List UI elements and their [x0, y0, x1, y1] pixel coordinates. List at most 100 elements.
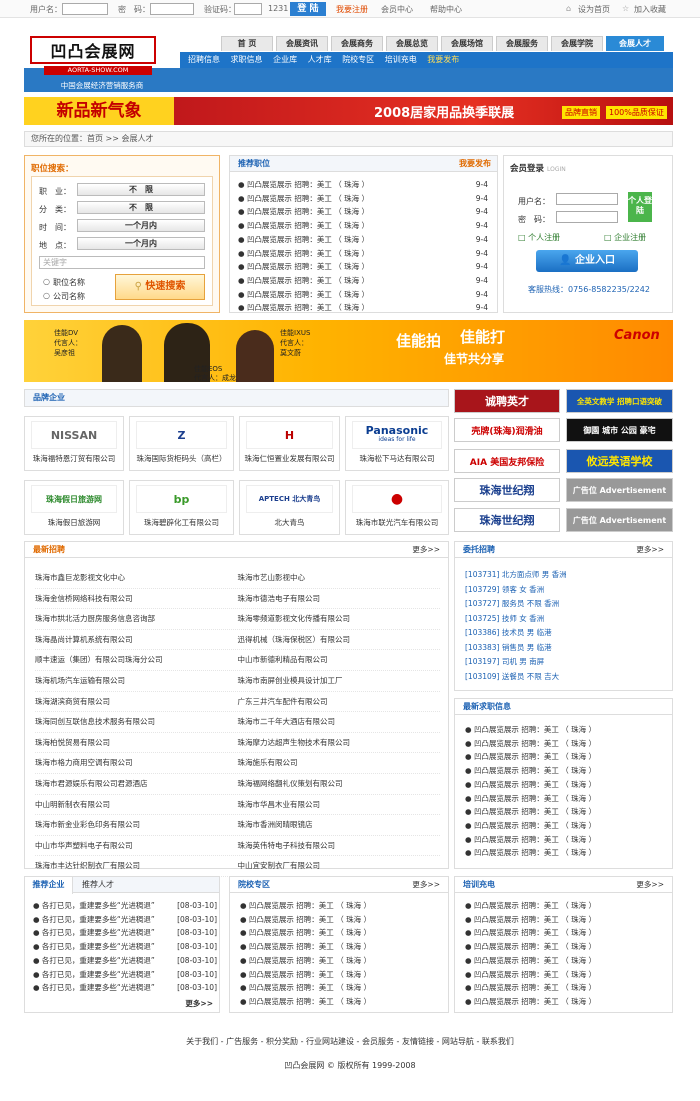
member-center-link[interactable]: 会员中心 [381, 4, 413, 15]
login-password-input[interactable] [556, 211, 618, 223]
subnav-seek[interactable]: 求职信息 [231, 52, 263, 68]
list-item[interactable]: ● 凹凸展览展示 招聘：美工 （ 珠海 ） [465, 954, 665, 968]
company-card[interactable]: ● 珠海市联光汽车有限公司 [345, 480, 449, 535]
ad-shell[interactable]: 壳牌(珠海)润滑油 [454, 418, 560, 442]
entrusted-more-link[interactable]: 更多>> [636, 542, 664, 558]
list-item[interactable]: ● 凹凸展览展示 招聘：美工 （ 珠海 ） [465, 899, 665, 913]
company-link[interactable]: 中山宜安制衣厂有限公司 [238, 856, 441, 876]
register-link[interactable]: 我要注册 [336, 4, 368, 15]
publish-link[interactable]: 我要发布 [459, 156, 491, 172]
company-link[interactable]: 中山市新德利精品有限公司 [238, 650, 441, 670]
list-item[interactable]: ● 凹凸展览展示 招聘：美工 （ 珠海 ） [465, 723, 665, 737]
keyword-input[interactable]: 关键字 [39, 256, 205, 269]
occupation-select[interactable]: 不 限 [77, 183, 205, 196]
list-item[interactable]: ● 凹凸展览展示 招聘：美工 （ 珠海 ） [465, 995, 665, 1009]
subnav-publish[interactable]: 我要发布 [427, 52, 459, 68]
company-card[interactable]: Panasonic ideas for life 珠海松下马达有限公司 [345, 416, 449, 471]
list-item[interactable]: ● 凹凸展览展示 招聘：美工 （ 珠海 ） [465, 981, 665, 995]
ad-century-xiang[interactable]: 珠海世纪翔 [454, 478, 560, 502]
subnav-talent[interactable]: 人才库 [308, 52, 332, 68]
company-link[interactable]: 珠海市艺山影视中心 [238, 568, 441, 588]
list-item[interactable]: ● 凹凸展览展示 招聘：美工 （ 珠海 ） [465, 737, 665, 751]
company-link[interactable]: 珠海同创互联信息技术服务有限公司 [35, 712, 238, 732]
list-item[interactable]: ● 凹凸展览展示 招聘：美工 （ 珠海 ） [465, 940, 665, 954]
company-link[interactable]: 中山明新制衣有限公司 [35, 795, 238, 815]
company-card[interactable]: Z 珠海国际货柜码头（高栏） [129, 416, 234, 471]
company-card[interactable]: APTECH 北大青鸟 北大青鸟 [239, 480, 340, 535]
canon-banner[interactable]: 佳能DV 代言人： 吴彦祖 佳能EOS 代言人：成龙 佳能IXUS 代言人： 莫… [24, 320, 673, 382]
ad-yuyuan[interactable]: 御園 城市 公园 豪宅 [566, 418, 673, 442]
list-item[interactable]: ● 凹凸展览展示 招聘：美工 （ 珠海 ） 9-4 [238, 274, 488, 288]
help-center-link[interactable]: 帮助中心 [430, 4, 462, 15]
company-card[interactable]: NISSAN 珠海福特恩汀贸有限公司 [24, 416, 124, 471]
list-item[interactable]: ● 凹凸展览展示 招聘：美工 （ 珠海 ） 9-4 [238, 233, 488, 247]
list-item[interactable]: ● 凹凸展览展示 招聘：美工 （ 珠海 ） 9-4 [238, 288, 488, 302]
tab-news[interactable]: 会展资讯 [276, 36, 328, 51]
ad-hiring[interactable]: 诚聘英才 [454, 389, 560, 413]
company-link[interactable]: 珠海市德浩电子有限公司 [238, 589, 441, 609]
list-item[interactable]: ● 凹凸展览展示 招聘：美工 （ 珠海 ） [465, 750, 665, 764]
tab-academy[interactable]: 会展学院 [551, 36, 603, 51]
company-link[interactable]: 珠海市丰达针织制衣厂有限公司 [35, 856, 238, 876]
time-select[interactable]: 一个月内 [77, 219, 205, 232]
footer-links[interactable]: 关于我们 - 广告服务 - 积分奖励 - 行业网站建设 - 会员服务 - 友情链… [0, 1036, 700, 1047]
list-item[interactable]: ● 凹凸展览展示 招聘：美工 （ 珠海 ） [240, 954, 440, 968]
ad-century-xiang[interactable]: 珠海世纪翔 [454, 508, 560, 532]
company-link[interactable]: 中山市华声塑料电子有限公司 [35, 836, 238, 856]
list-item[interactable]: [103725] 技师 女 香洲 [465, 612, 665, 627]
company-card[interactable]: 珠海假日旅游网 珠海假日旅游网 [24, 480, 124, 535]
list-item[interactable]: ● 凹凸展览展示 招聘：美工 （ 珠海 ） [465, 926, 665, 940]
list-item[interactable]: ● 凹凸展览展示 招聘：美工 （ 珠海 ） 9-4 [238, 178, 488, 192]
list-item[interactable]: ● 各打已见，重建要多些“光进稠退” [08-03-10] [33, 926, 217, 940]
company-link[interactable]: 珠海零频道影视文化传播有限公司 [238, 609, 441, 629]
company-link[interactable]: 珠海市君源娱乐有限公司君源酒店 [35, 774, 238, 794]
list-item[interactable]: ● 凹凸展览展示 招聘：美工 （ 珠海 ） [465, 819, 665, 833]
set-home-link[interactable]: 设为首页 [578, 4, 610, 15]
list-item[interactable]: ● 凹凸展览展示 招聘：美工 （ 珠海 ） 9-4 [238, 247, 488, 261]
list-item[interactable]: ● 凹凸展览展示 招聘：美工 （ 珠海 ） 9-4 [238, 205, 488, 219]
company-link[interactable]: 珠海市拱北活力厨房服务信息咨询部 [35, 609, 238, 629]
list-item[interactable]: [103383] 销售员 男 临港 [465, 641, 665, 656]
site-logo[interactable]: 凹凸会展网 [30, 36, 156, 64]
list-item[interactable]: ● 凹凸展览展示 招聘：美工 （ 珠海 ） 9-4 [238, 219, 488, 233]
password-input[interactable] [150, 3, 194, 15]
ad-english-teaching[interactable]: 全英文教学 招聘口语突破 [566, 389, 673, 413]
company-link[interactable]: 珠海市华昌木业有限公司 [238, 795, 441, 815]
list-item[interactable]: ● 凹凸展览展示 招聘：美工 （ 珠海 ） [465, 805, 665, 819]
list-item[interactable]: ● 各打已见，重建要多些“光进稠退” [08-03-10] [33, 954, 217, 968]
ad-placeholder[interactable]: 广告位 Advertisement [566, 478, 673, 502]
latest-more-link[interactable]: 更多>> [412, 542, 440, 558]
list-item[interactable]: ● 凹凸展览展示 招聘：美工 （ 珠海 ） [465, 764, 665, 778]
list-item[interactable]: ● 凹凸展览展示 招聘：美工 （ 珠海 ） [465, 913, 665, 927]
ad-english-school[interactable]: 攸远英语学校 [566, 449, 673, 473]
list-item[interactable]: ● 凹凸展览展示 招聘：美工 （ 珠海 ） [465, 778, 665, 792]
list-item[interactable]: ● 凹凸展览展示 招聘：美工 （ 珠海 ） [240, 968, 440, 982]
list-item[interactable]: ● 各打已见，重建要多些“光进稠退” [08-03-10] [33, 899, 217, 913]
tab-recommended-companies[interactable]: 推荐企业 [25, 877, 73, 894]
category-select[interactable]: 不 限 [77, 201, 205, 214]
company-link[interactable]: 珠海金信桥网络科技有限公司 [35, 589, 238, 609]
rec-co-more-link[interactable]: 更多>> [185, 998, 213, 1009]
subnav-jobs[interactable]: 招聘信息 [188, 52, 220, 68]
company-link[interactable]: 珠海市格力商用空调有限公司 [35, 753, 238, 773]
company-link[interactable]: 珠海机场汽车运输有限公司 [35, 671, 238, 691]
training-more-link[interactable]: 更多>> [636, 877, 664, 893]
company-card[interactable]: bp 珠海碧辟化工有限公司 [129, 480, 234, 535]
company-link[interactable]: 珠海市香洲闵晴眼镜店 [238, 815, 441, 835]
enterprise-entry-button[interactable]: 👤 企业入口 [536, 250, 638, 272]
tab-venues[interactable]: 会展场馆 [441, 36, 493, 51]
list-item[interactable]: ● 凹凸展览展示 招聘：美工 （ 珠海 ） [240, 981, 440, 995]
subnav-schools[interactable]: 院校专区 [342, 52, 374, 68]
list-item[interactable]: ● 凹凸展览展示 招聘：美工 （ 珠海 ） [240, 913, 440, 927]
tab-business[interactable]: 会展商务 [331, 36, 383, 51]
quick-search-button[interactable]: ⚲ 快速搜索 [115, 274, 205, 300]
list-item[interactable]: ● 凹凸展览展示 招聘：美工 （ 珠海 ） [240, 899, 440, 913]
username-input[interactable] [62, 3, 108, 15]
company-card[interactable]: H 珠海仁恒置业发展有限公司 [239, 416, 340, 471]
captcha-input[interactable] [234, 3, 262, 15]
list-item[interactable]: ● 凹凸展览展示 招聘：美工 （ 珠海 ） 9-4 [238, 260, 488, 274]
company-register-link[interactable]: □ 企业注册 [604, 232, 646, 243]
list-item[interactable]: [103731] 北方面点师 男 香洲 [465, 568, 665, 583]
company-link[interactable]: 珠海福网络翻礼仪策划有限公司 [238, 774, 441, 794]
company-link[interactable]: 珠海市二千年大酒店有限公司 [238, 712, 441, 732]
